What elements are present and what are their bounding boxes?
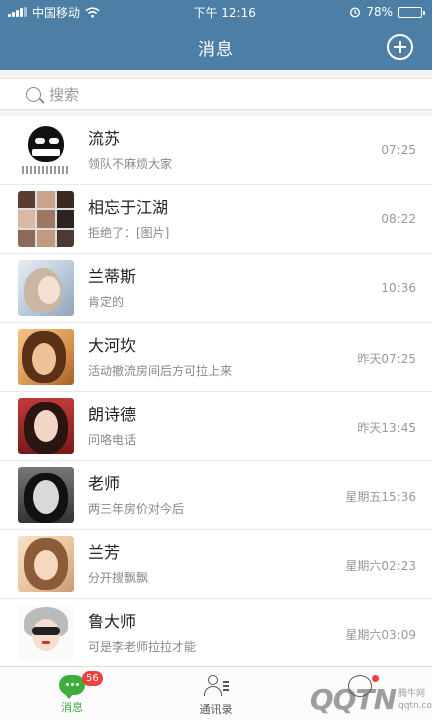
conversation-list: 流苏 领队不麻烦大家 07:25 相忘于江湖 拒绝了：[图片] 08:22 兰蒂… [0,116,432,666]
avatar [18,122,74,178]
message-time: 07:25 [381,143,416,157]
app-header: 中国移动 下午 12:16 78% 消息 [0,0,432,70]
alarm-icon [350,7,361,18]
conversation-row[interactable]: 兰芳 分开搜飘飘 星期六02:23 [0,530,432,599]
status-bar-left: 中国移动 [8,4,100,21]
notification-dot [372,675,379,682]
unread-badge: 56 [82,671,103,686]
message-time: 昨天13:45 [357,421,416,435]
contacts-icon [203,675,229,697]
plus-circle-icon[interactable] [387,34,413,60]
battery-icon [398,6,425,18]
avatar [18,260,74,316]
tab-messages[interactable]: 56 消息 [0,667,144,720]
search-input[interactable]: 搜索 [0,78,432,110]
watermark: QQTN 腾牛网 qqtn.com [309,683,432,716]
battery-percent: 78% [366,5,393,19]
contact-name: 兰蒂斯 [88,267,137,286]
status-bar-right: 78% [349,5,425,19]
page-title: 消息 [198,39,234,60]
watermark-url: qqtn.com [398,700,432,711]
wifi-icon [85,6,100,18]
conversation-row[interactable]: 老师 两三年房价对今后 星期五15:36 [0,461,432,530]
status-bar: 中国移动 下午 12:16 78% [0,0,432,24]
message-preview: 肯定的 [88,295,125,309]
avatar [18,398,74,454]
conversation-row[interactable]: 鲁大师 可是李老师拉拉才能 星期六03:09 [0,599,432,666]
conversation-row[interactable]: 朗诗德 问咯电话 昨天13:45 [0,392,432,461]
avatar [18,191,74,247]
search-area: 搜索 [0,70,432,116]
conversation-row[interactable]: 大河坎 活动撤流房间后方可拉上来 昨天07:25 [0,323,432,392]
conversation-row[interactable]: 相忘于江湖 拒绝了：[图片] 08:22 [0,185,432,254]
carrier-label: 中国移动 [32,5,81,20]
search-placeholder: 搜索 [49,85,80,104]
contact-name: 相忘于江湖 [88,198,169,217]
tab-label: 通讯录 [199,703,233,716]
tab-label: 消息 [61,701,83,714]
message-preview: 领队不麻烦大家 [88,157,173,171]
message-time: 星期六02:23 [345,559,416,573]
message-time: 昨天07:25 [357,352,416,366]
signal-icon [8,7,27,17]
title-bar: 消息 [0,24,432,70]
avatar [18,467,74,523]
contact-name: 流苏 [88,129,121,148]
message-time: 08:22 [381,212,416,226]
watermark-text: 腾牛网 qqtn.com [398,688,432,712]
message-time: 10:36 [381,281,416,295]
search-icon [26,86,41,102]
message-preview: 拒绝了：[图片] [88,226,170,240]
conversation-row[interactable]: 流苏 领队不麻烦大家 07:25 [0,116,432,185]
message-time: 星期五15:36 [345,490,416,504]
message-time: 星期六03:09 [345,628,416,642]
conversation-row[interactable]: 兰蒂斯 肯定的 10:36 [0,254,432,323]
tab-contacts[interactable]: 通讯录 [144,667,288,720]
avatar [18,605,74,661]
status-time: 下午 12:16 [193,5,256,20]
watermark-site: 腾牛网 [398,688,426,699]
avatar [18,536,74,592]
watermark-logo: QQTN [309,683,397,716]
avatar [18,329,74,385]
